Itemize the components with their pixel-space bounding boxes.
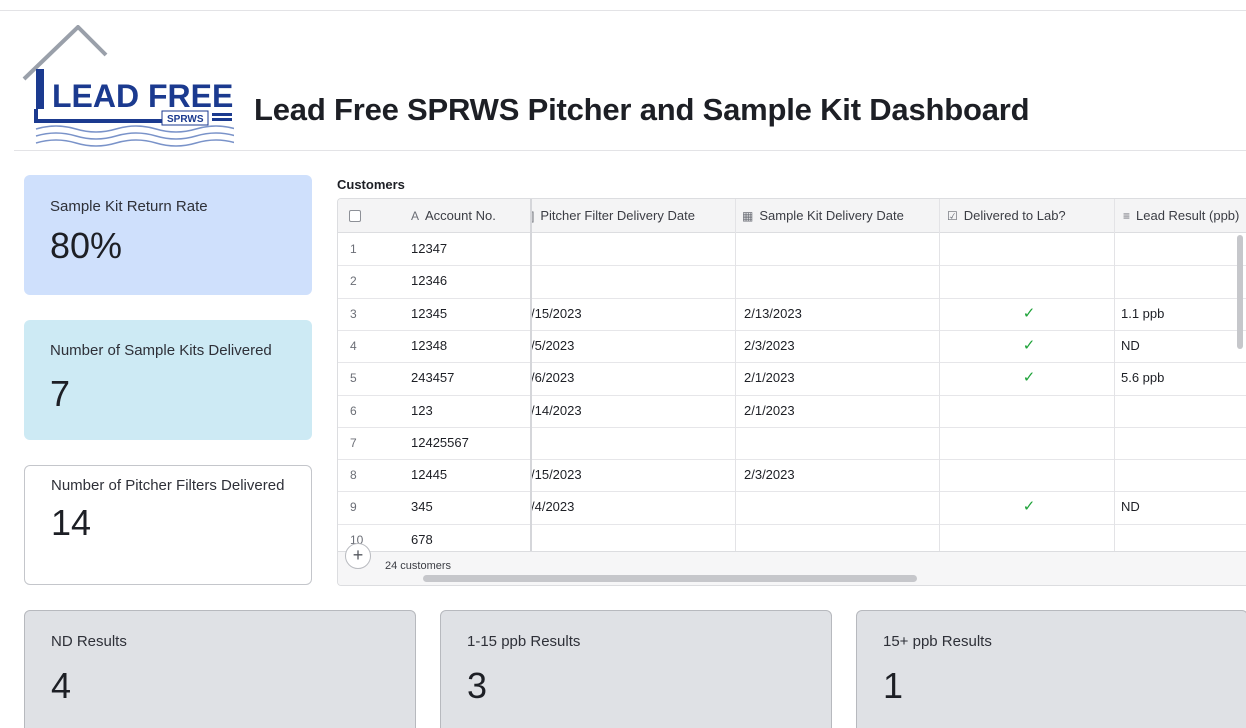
row-number[interactable]: 9 (350, 491, 390, 523)
delivered-to-lab-cell[interactable]: ✓ (947, 330, 1111, 362)
account-cell[interactable]: 12347 (411, 233, 529, 265)
delivered-to-lab-cell[interactable]: ✓ (947, 298, 1111, 330)
lookup-field-icon: ≡ (1123, 209, 1131, 223)
kit-date-cell[interactable]: 2/13/2023 (744, 298, 937, 330)
delivered-to-lab-cell[interactable] (947, 459, 1111, 491)
row-number[interactable]: 7 (350, 427, 390, 459)
pitcher-date-cell[interactable] (531, 265, 734, 297)
page-title: Lead Free SPRWS Pitcher and Sample Kit D… (254, 92, 1030, 127)
lead-result-cell[interactable]: 1.1 ppb (1121, 298, 1245, 330)
low-ppb-results-card: 1-15 ppb Results 3 (440, 610, 832, 728)
column-header-lab[interactable]: ☑ Delivered to Lab? (947, 199, 1111, 233)
checkbox-field-icon: ☑ (947, 209, 958, 223)
pitcher-date-cell[interactable]: /14/2023 (531, 395, 734, 427)
pitcher-date-cell[interactable]: /6/2023 (531, 362, 734, 394)
vertical-scrollbar[interactable] (1237, 235, 1243, 349)
kit-date-cell[interactable]: 2/3/2023 (744, 459, 937, 491)
kpi-label: Number of Pitcher Filters Delivered (51, 477, 285, 494)
lead-free-logo: LEAD FREE SPRWS (22, 25, 234, 147)
lead-result-cell[interactable] (1121, 459, 1245, 491)
delivered-to-lab-cell[interactable]: ✓ (947, 491, 1111, 523)
dashboard-header: LEAD FREE SPRWS Lead Free SPRWS Pitcher … (0, 11, 1246, 151)
pitcher-filters-delivered-card: Number of Pitcher Filters Delivered 14 (24, 465, 312, 585)
delivered-to-lab-cell[interactable]: ✓ (947, 362, 1111, 394)
sample-kit-return-rate-card: Sample Kit Return Rate 80% (24, 175, 312, 295)
frozen-column-divider (530, 199, 532, 585)
lead-result-cell[interactable]: ND (1121, 491, 1245, 523)
calendar-icon: ▦ (742, 209, 754, 223)
column-divider (939, 199, 940, 551)
horizontal-scrollbar[interactable] (423, 575, 917, 582)
account-cell[interactable]: 345 (411, 491, 529, 523)
kpi-label: 1-15 ppb Results (467, 633, 581, 650)
account-cell[interactable]: 12425567 (411, 427, 529, 459)
delivered-to-lab-cell[interactable] (947, 427, 1111, 459)
pitcher-date-cell[interactable]: /15/2023 (531, 459, 734, 491)
column-header-kit[interactable]: ▦ Sample Kit Delivery Date (742, 199, 935, 233)
kpi-label: 15+ ppb Results (883, 633, 992, 650)
kit-date-cell[interactable] (744, 265, 937, 297)
svg-text:SPRWS: SPRWS (167, 114, 204, 125)
kpi-label: Number of Sample Kits Delivered (50, 342, 272, 359)
text-field-icon: A (411, 209, 420, 223)
pitcher-date-cell[interactable] (531, 427, 734, 459)
column-header-account[interactable]: A Account No. (411, 199, 529, 233)
kit-date-cell[interactable] (744, 427, 937, 459)
pitcher-date-cell[interactable]: /4/2023 (531, 491, 734, 523)
account-cell[interactable]: 12346 (411, 265, 529, 297)
account-cell[interactable]: 12345 (411, 298, 529, 330)
kpi-value: 80% (50, 225, 123, 266)
row-number[interactable]: 5 (350, 362, 390, 394)
row-number[interactable]: 6 (350, 395, 390, 427)
kpi-label: Sample Kit Return Rate (50, 198, 208, 215)
kpi-value: 4 (51, 665, 72, 706)
pitcher-date-cell[interactable]: /15/2023 (531, 298, 734, 330)
nd-results-card: ND Results 4 (24, 610, 416, 728)
customers-grid: A Account No. ] Pitcher Filter Delivery Da… (337, 198, 1246, 586)
pitcher-date-cell[interactable] (531, 233, 734, 265)
row-number[interactable]: 8 (350, 459, 390, 491)
record-count: 24 customers (385, 560, 452, 572)
header-divider (14, 150, 1246, 151)
add-record-button[interactable]: + (345, 543, 371, 569)
lead-result-cell[interactable]: ND (1121, 330, 1245, 362)
svg-text:LEAD FREE: LEAD FREE (52, 78, 233, 114)
lead-result-cell[interactable] (1121, 427, 1245, 459)
lead-result-cell[interactable] (1121, 395, 1245, 427)
kpi-value: 7 (50, 373, 71, 414)
row-number[interactable]: 3 (350, 298, 390, 330)
column-divider (1114, 199, 1115, 551)
kit-date-cell[interactable] (744, 491, 937, 523)
row-number[interactable]: 4 (350, 330, 390, 362)
delivered-to-lab-cell[interactable] (947, 233, 1111, 265)
row-number[interactable]: 2 (350, 265, 390, 297)
lead-result-cell[interactable] (1121, 265, 1245, 297)
column-header-result[interactable]: ≡ Lead Result (ppb) (1123, 199, 1246, 233)
column-divider (735, 199, 736, 551)
kit-date-cell[interactable]: 2/3/2023 (744, 330, 937, 362)
delivered-to-lab-cell[interactable] (947, 395, 1111, 427)
pitcher-date-cell[interactable]: /5/2023 (531, 330, 734, 362)
lead-result-cell[interactable]: 5.6 ppb (1121, 362, 1245, 394)
select-all-checkbox[interactable] (349, 210, 361, 222)
kpi-value: 1 (883, 665, 904, 706)
account-cell[interactable]: 12348 (411, 330, 529, 362)
delivered-to-lab-cell[interactable] (947, 265, 1111, 297)
row-number[interactable]: 1 (350, 233, 390, 265)
account-cell[interactable]: 243457 (411, 362, 529, 394)
kpi-value: 14 (51, 502, 92, 543)
high-ppb-results-card: 15+ ppb Results 1 (856, 610, 1246, 728)
kpi-label: ND Results (51, 633, 127, 650)
kit-date-cell[interactable]: 2/1/2023 (744, 362, 937, 394)
sample-kits-delivered-card: Number of Sample Kits Delivered 7 (24, 320, 312, 440)
account-cell[interactable]: 123 (411, 395, 529, 427)
column-header-pitcher[interactable]: ] Pitcher Filter Delivery Date (531, 199, 734, 233)
kit-date-cell[interactable]: 2/1/2023 (744, 395, 937, 427)
lead-result-cell[interactable] (1121, 233, 1245, 265)
customers-grid-title: Customers (337, 177, 405, 192)
grid-header-row: A Account No. ] Pitcher Filter Delivery Da… (338, 199, 1246, 233)
kit-date-cell[interactable] (744, 233, 937, 265)
kpi-value: 3 (467, 665, 488, 706)
account-cell[interactable]: 12445 (411, 459, 529, 491)
